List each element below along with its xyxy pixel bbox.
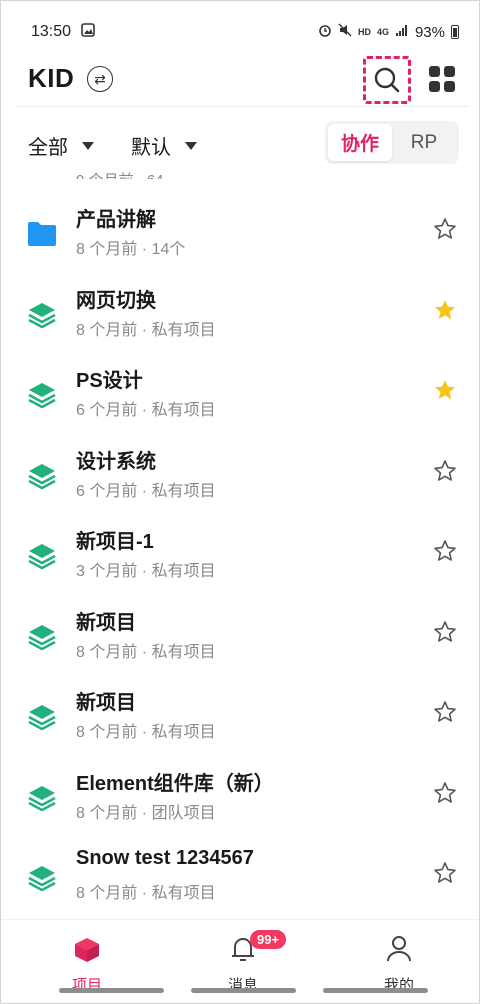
star-outline-icon[interactable] [433,539,457,563]
search-button[interactable] [363,56,411,104]
item-subtitle: 6 个月前 · 私有项目 [76,482,216,500]
list-item[interactable]: PS设计 6 个月前 · 私有项目 [1,354,479,434]
home-indicator-right [323,988,428,993]
caret-down-icon [185,141,197,150]
item-subtitle: 8 个月前 · 私有项目 [76,643,216,661]
list-item[interactable]: 新项目 8 个月前 · 私有项目 [1,676,479,756]
star-outline-icon[interactable] [433,781,457,805]
scope-dropdown[interactable]: 全部 [28,131,94,160]
segment-collab[interactable]: 协作 [328,124,392,161]
hd-indicator: HD [357,27,371,37]
item-title: 新项目 [76,611,136,634]
list-item[interactable]: 新项目-1 3 个月前 · 私有项目 [1,515,479,595]
star-outline-icon[interactable] [433,459,457,483]
star-outline-icon[interactable] [433,861,457,885]
layers-icon [28,544,56,570]
swap-icon[interactable]: ⇄ [87,66,113,92]
status-icons: HD 4G 93% [318,23,459,41]
list-item[interactable]: 新项目 8 个月前 · 私有项目 [1,596,479,676]
item-title: 设计系统 [76,450,156,473]
segment-rp[interactable]: RP [392,124,456,161]
segment-control: 协作 RP [325,121,459,164]
item-title: 新项目 [76,692,136,714]
layers-icon [28,866,56,892]
star-outline-icon[interactable] [433,700,457,724]
caret-down-icon [82,141,94,150]
status-bar: 13:50 HD 4G 93% [1,1,479,63]
sort-label: 默认 [131,137,171,159]
item-title: PS设计 [76,370,143,392]
project-list: 9 个月前 · 64 产品讲解 8 个月前 · 14个网页切换 8 个月前 · 私有… [1,171,479,919]
battery-percent: 93% [414,23,445,41]
sort-dropdown[interactable]: 默认 [131,131,197,160]
item-subtitle: 8 个月前 · 私有项目 [76,724,216,741]
list-item[interactable]: 网页切换 8 个月前 · 私有项目 [1,274,479,354]
item-title: 网页切换 [76,289,156,312]
list-item[interactable]: 产品讲解 8 个月前 · 14个 [1,193,479,273]
user-icon [387,936,411,962]
layers-icon [28,624,56,650]
mute-icon [338,23,352,41]
item-title: Snow test 1234567 [76,847,254,869]
status-time: 13:50 [31,23,72,40]
scope-label: 全部 [28,137,68,159]
layers-icon [28,785,56,811]
app-screen: 13:50 HD 4G 93% KID ⇄ 全部 默认 协作 RP 产品讲解 8… [0,0,480,1004]
signal-icon [395,24,409,41]
layers-icon [28,383,56,409]
home-indicator-left [59,988,164,993]
header: KID ⇄ [1,56,479,107]
star-filled-icon[interactable] [433,298,457,322]
item-title: 新项目-1 [76,531,154,553]
project-cube-icon [75,938,99,962]
item-subtitle: 3 个月前 · 私有项目 [76,563,216,580]
message-badge: 99+ [250,930,287,949]
list-item[interactable]: Element组件库（新） 8 个月前 · 团队项目 [1,757,479,837]
item-subtitle: 8 个月前 · 14个 [76,241,186,258]
star-outline-icon[interactable] [433,620,457,644]
item-subtitle: 8 个月前 · 私有项目 [76,321,216,339]
clipped-subtitle: 9 个月前 · 64 [76,171,164,179]
home-indicator-center [191,988,296,993]
list-item[interactable]: Snow test 1234567 8 个月前 · 私有项目 [1,837,479,917]
item-subtitle: 8 个月前 · 私有项目 [76,885,216,902]
star-filled-icon[interactable] [433,378,457,402]
battery-icon [451,25,459,39]
item-subtitle: 6 个月前 · 私有项目 [76,402,216,419]
apps-grid-icon[interactable] [429,66,455,92]
layers-icon [28,705,56,731]
folder-icon [28,222,56,246]
image-notification-icon [81,22,95,42]
item-subtitle: 8 个月前 · 团队项目 [76,804,216,822]
tab-projects[interactable]: 项目 [47,930,127,994]
item-title: 产品讲解 [76,209,156,231]
layers-icon [28,463,56,489]
filter-row: 全部 默认 协作 RP [1,121,479,165]
list-item[interactable]: 设计系统 6 个月前 · 私有项目 [1,435,479,515]
header-divider [15,106,469,107]
tab-profile[interactable]: 我的 [359,930,439,994]
search-icon [374,67,400,93]
layers-icon [28,302,56,328]
alarm-icon [318,23,332,41]
tab-messages[interactable]: 99+ 消息 [203,930,287,994]
network-indicator: 4G [376,27,389,37]
page-title: KID [28,63,75,93]
star-outline-icon[interactable] [433,217,457,241]
item-title: Element组件库（新） [76,772,274,795]
